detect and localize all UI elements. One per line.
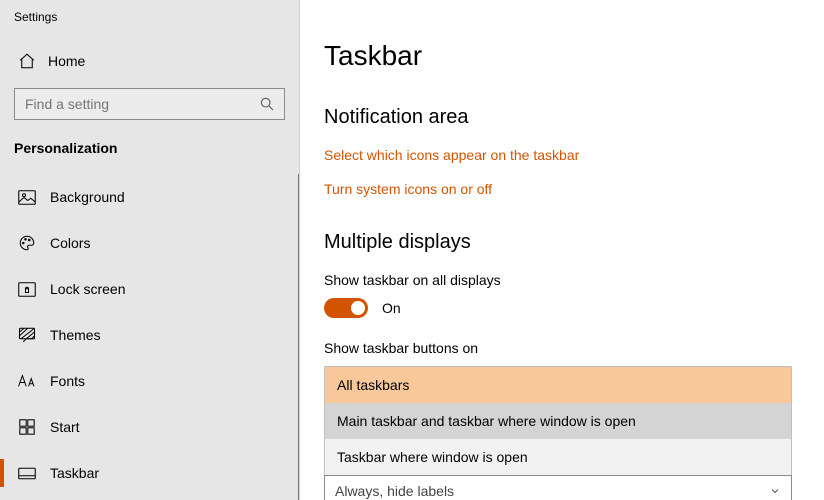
start-icon bbox=[14, 419, 40, 435]
sidebar-item-fonts[interactable]: Fonts bbox=[0, 358, 299, 404]
dropdown-option[interactable]: All taskbars bbox=[325, 367, 791, 403]
sidebar-item-lock-screen[interactable]: Lock screen bbox=[0, 266, 299, 312]
sidebar-item-label: Colors bbox=[40, 235, 90, 251]
window-title: Settings bbox=[0, 6, 299, 42]
lock-screen-icon bbox=[14, 282, 40, 297]
sidebar-item-label: Lock screen bbox=[40, 281, 125, 297]
page-title: Taskbar bbox=[324, 40, 824, 72]
link-select-icons[interactable]: Select which icons appear on the taskbar bbox=[324, 147, 824, 163]
search-container bbox=[0, 80, 299, 134]
sidebar-item-label: Start bbox=[40, 419, 80, 435]
buttons-on-dropdown[interactable]: All taskbars Main taskbar and taskbar wh… bbox=[324, 366, 792, 476]
combine-dropdown-value: Always, hide labels bbox=[335, 483, 454, 499]
toggle-knob bbox=[351, 301, 365, 315]
main-content: Taskbar Notification area Select which i… bbox=[300, 0, 824, 500]
sidebar-item-background[interactable]: Background bbox=[0, 174, 299, 220]
chevron-down-icon bbox=[769, 485, 781, 497]
sidebar-item-taskbar[interactable]: Taskbar bbox=[0, 450, 299, 496]
fonts-icon bbox=[14, 373, 40, 389]
sidebar-item-themes[interactable]: Themes bbox=[0, 312, 299, 358]
picture-icon bbox=[14, 190, 40, 205]
sidebar-item-label: Themes bbox=[40, 327, 101, 343]
themes-icon bbox=[14, 326, 40, 344]
category-title: Personalization bbox=[0, 134, 299, 174]
search-icon bbox=[250, 96, 284, 112]
section-heading-displays: Multiple displays bbox=[324, 231, 824, 254]
home-button[interactable]: Home bbox=[0, 42, 299, 80]
search-input[interactable] bbox=[15, 96, 250, 112]
show-taskbar-toggle-row: On bbox=[324, 298, 824, 318]
section-heading-notification: Notification area bbox=[324, 106, 824, 129]
sidebar: Settings Home Personalization Background bbox=[0, 0, 300, 500]
settings-window: Settings Home Personalization Background bbox=[0, 0, 824, 500]
buttons-on-label: Show taskbar buttons on bbox=[324, 340, 824, 356]
sidebar-item-start[interactable]: Start bbox=[0, 404, 299, 450]
sidebar-item-label: Background bbox=[40, 189, 125, 205]
sidebar-item-colors[interactable]: Colors bbox=[0, 220, 299, 266]
taskbar-icon bbox=[14, 467, 40, 480]
nav: Background Colors Lock screen Themes bbox=[0, 174, 299, 500]
show-taskbar-label: Show taskbar on all displays bbox=[324, 272, 824, 288]
toggle-state-text: On bbox=[368, 300, 401, 316]
combine-dropdown[interactable]: Always, hide labels bbox=[324, 475, 792, 500]
link-system-icons[interactable]: Turn system icons on or off bbox=[324, 181, 824, 197]
home-label: Home bbox=[40, 53, 85, 69]
palette-icon bbox=[14, 234, 40, 252]
dropdown-option[interactable]: Taskbar where window is open bbox=[325, 439, 791, 475]
search-box[interactable] bbox=[14, 88, 285, 120]
sidebar-item-label: Taskbar bbox=[40, 465, 99, 481]
sidebar-item-label: Fonts bbox=[40, 373, 85, 389]
home-icon bbox=[14, 52, 40, 70]
dropdown-option[interactable]: Main taskbar and taskbar where window is… bbox=[325, 403, 791, 439]
show-taskbar-toggle[interactable] bbox=[324, 298, 368, 318]
